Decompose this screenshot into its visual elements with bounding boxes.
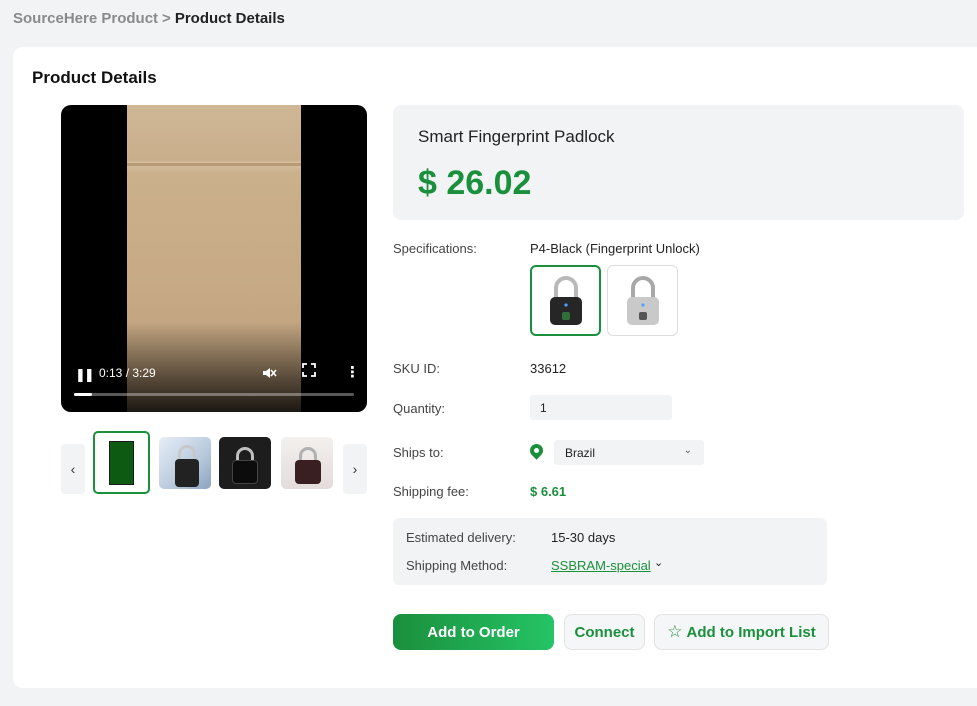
estimated-delivery-value: 15-30 days [551,530,616,545]
pause-icon[interactable]: ❚❚ [75,367,95,383]
chevron-right-icon: › [352,461,358,477]
add-to-import-list-button[interactable]: ☆ Add to Import List [654,614,829,650]
breadcrumb: SourceHere Product > Product Details [13,10,285,27]
thumbnail-video[interactable] [93,431,150,494]
add-to-order-button[interactable]: Add to Order [393,614,554,650]
star-icon: ☆ [667,622,683,641]
thumbnail-image[interactable] [219,437,271,489]
shipping-fee-label: Shipping fee: [393,484,469,499]
shipping-method-label: Shipping Method: [406,558,508,573]
video-thumbnail-image [109,440,134,485]
breadcrumb-current: Product Details [174,10,285,27]
add-to-order-label: Add to Order [427,623,520,641]
thumbnail-prev-button[interactable]: ‹ [61,444,85,494]
add-to-import-list-label: Add to Import List [686,623,816,641]
shipping-method-link[interactable]: SSBRAM-special [551,558,651,573]
video-progress-fill [74,393,93,396]
sku-label: SKU ID: [393,361,440,376]
thumbnail-image[interactable] [159,437,211,489]
more-vertical-icon[interactable]: ⋮ [345,363,360,381]
page-title: Product Details [32,68,157,87]
spec-option-silver[interactable] [607,265,678,336]
fullscreen-icon[interactable] [302,363,316,380]
selected-specification: P4-Black (Fingerprint Unlock) [530,241,700,256]
sku-value: 33612 [530,361,567,376]
breadcrumb-separator: > [162,10,171,27]
box-seam [127,163,301,166]
muted-icon[interactable] [261,365,277,384]
country-value: Brazil [565,446,596,460]
thumbnail-image[interactable] [281,437,333,489]
connect-button[interactable]: Connect [564,614,645,650]
chevron-down-icon[interactable]: ⌄ [654,556,663,569]
location-pin-icon [527,441,546,460]
connect-label: Connect [574,623,635,641]
product-summary-box: Smart Fingerprint Padlock $ 26.02 [393,105,964,220]
quantity-label: Quantity: [393,401,446,416]
country-select[interactable]: Brazil ⌄ [554,440,704,465]
product-name: Smart Fingerprint Padlock [418,127,615,146]
breadcrumb-parent-link[interactable]: SourceHere Product [13,10,158,27]
product-details-card: Product Details ❚❚ 0:13 / 3:29 ⋮ ‹ › Sma… [13,47,977,688]
quantity-input[interactable]: 1 [530,395,672,420]
chevron-down-icon: ⌄ [683,445,692,456]
ships-to-label: Ships to: [393,445,444,460]
spec-option-black[interactable] [530,265,601,336]
specifications-label: Specifications: [393,241,477,256]
product-price: $ 26.02 [418,164,532,202]
estimated-delivery-label: Estimated delivery: [406,530,516,545]
thumbnail-next-button[interactable]: › [343,444,367,494]
black-padlock-icon [549,275,582,325]
product-video-player[interactable]: ❚❚ 0:13 / 3:29 ⋮ [61,105,367,412]
video-progress-bar[interactable] [74,393,354,396]
shipping-fee-value: $ 6.61 [530,484,567,499]
video-time: 0:13 / 3:29 [99,366,156,380]
silver-padlock-icon [626,275,659,325]
chevron-left-icon: ‹ [70,461,76,477]
delivery-info-box: Estimated delivery: 15-30 days Shipping … [393,518,827,585]
